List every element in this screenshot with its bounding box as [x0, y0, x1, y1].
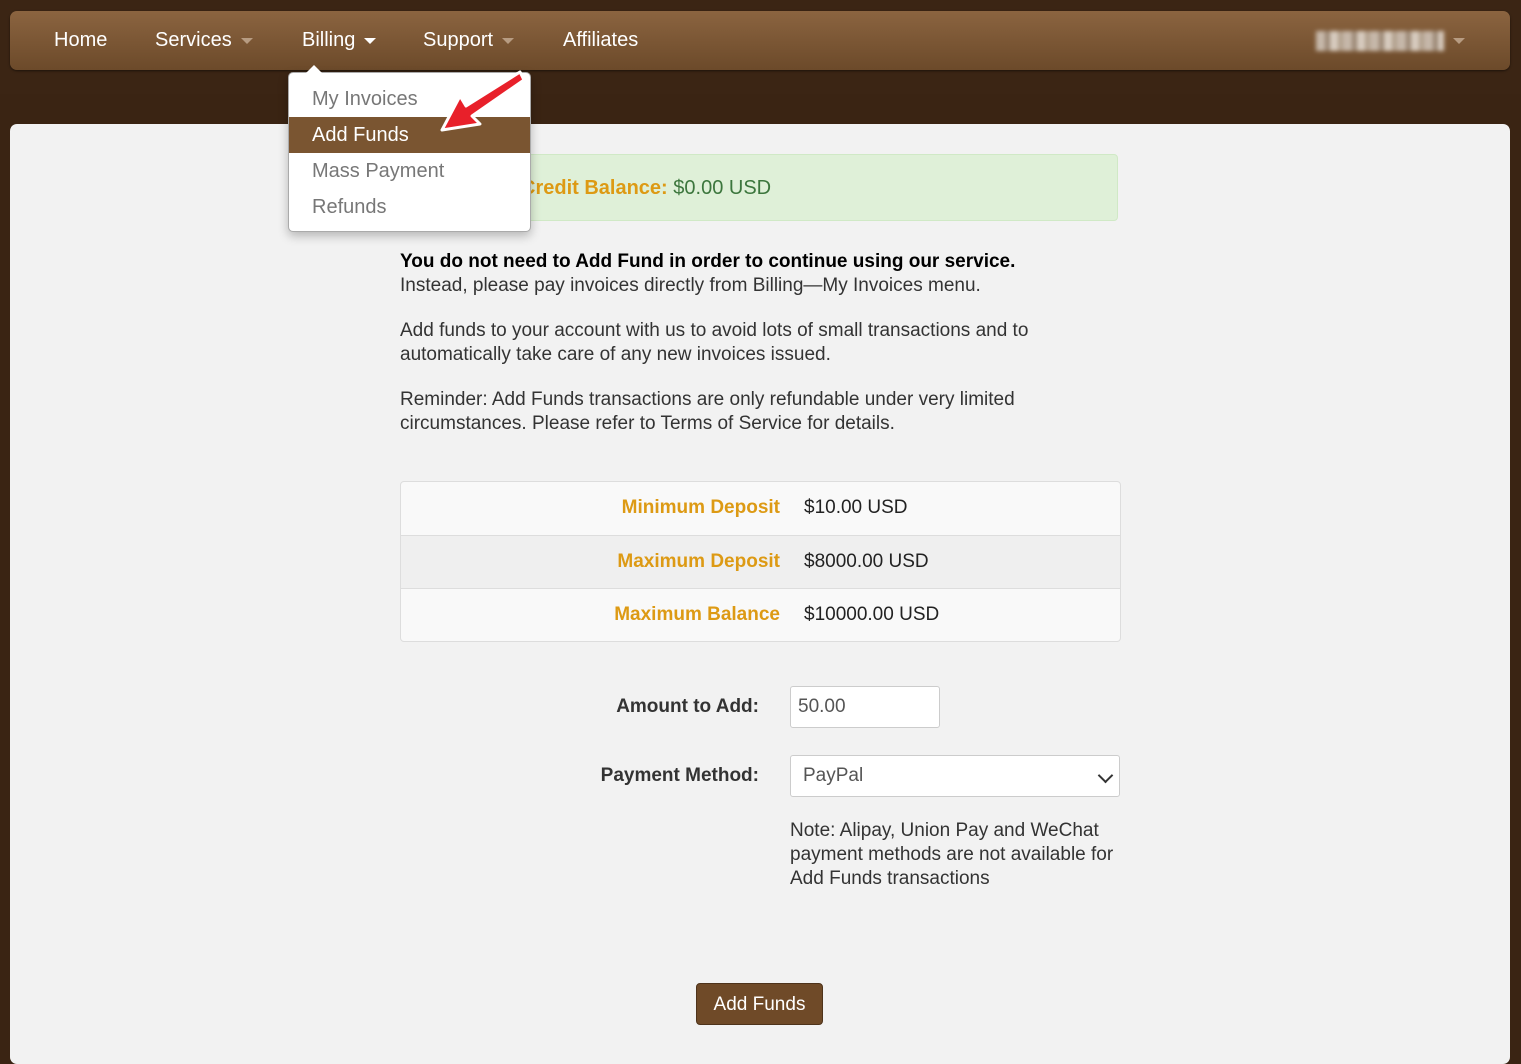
top-navbar: Home Services Billing Support Affiliates — [10, 11, 1510, 70]
table-row: Maximum Balance $10000.00 USD — [401, 588, 1120, 641]
nav-support[interactable]: Support — [423, 11, 515, 70]
menu-item-refunds[interactable]: Refunds — [289, 189, 530, 225]
limit-label: Minimum Deposit — [621, 497, 780, 518]
nav-home-label: Home — [54, 29, 108, 51]
payment-note: Note: Alipay, Union Pay and WeChat payme… — [790, 820, 1114, 889]
table-row: Minimum Deposit $10.00 USD — [401, 482, 1120, 534]
caret-down-icon — [364, 37, 377, 44]
nav-billing[interactable]: Billing — [302, 11, 377, 70]
user-name-blurred — [1316, 30, 1444, 51]
red-arrow-icon — [440, 70, 526, 132]
deposit-limits-table: Minimum Deposit $10.00 USD Maximum Depos… — [400, 481, 1121, 642]
notice-bold: You do not need to Add Fund in order to … — [400, 251, 1016, 272]
amount-input[interactable]: 50.00 — [790, 686, 940, 728]
limit-label: Maximum Deposit — [617, 551, 780, 572]
notice-para3: Reminder: Add Funds transactions are onl… — [400, 389, 1015, 434]
nav-home[interactable]: Home — [54, 11, 107, 70]
nav-billing-label: Billing — [302, 29, 356, 51]
nav-support-label: Support — [423, 29, 494, 51]
credit-balance-label: Credit Balance: — [521, 177, 668, 199]
chevron-down-icon — [1097, 767, 1114, 784]
menu-item-mass-payment[interactable]: Mass Payment — [289, 153, 530, 189]
caret-down-icon — [1453, 37, 1465, 44]
nav-services[interactable]: Services — [155, 11, 253, 70]
limit-value: $10.00 USD — [804, 497, 908, 518]
limit-value: $8000.00 USD — [804, 551, 929, 572]
nav-services-label: Services — [155, 29, 232, 51]
user-menu[interactable] — [1316, 11, 1465, 70]
caret-down-icon — [240, 37, 253, 44]
notice-line2: Instead, please pay invoices directly fr… — [400, 275, 981, 296]
add-funds-button[interactable]: Add Funds — [696, 983, 823, 1025]
caret-down-icon — [502, 37, 515, 44]
nav-affiliates-label: Affiliates — [563, 29, 639, 51]
notice-block: You do not need to Add Fund in order to … — [400, 250, 1120, 298]
payment-method-select[interactable]: PayPal — [790, 755, 1120, 797]
limit-value: $10000.00 USD — [804, 604, 940, 625]
credit-balance-value: $0.00 USD — [673, 177, 772, 199]
payment-method-value: PayPal — [803, 765, 864, 786]
amount-label: Amount to Add: — [616, 696, 759, 717]
table-row: Maximum Deposit $8000.00 USD — [401, 535, 1120, 588]
payment-method-label: Payment Method: — [600, 765, 759, 786]
notice-para2: Add funds to your account with us to avo… — [400, 320, 1029, 365]
nav-affiliates[interactable]: Affiliates — [563, 11, 638, 70]
limit-label: Maximum Balance — [614, 604, 780, 625]
